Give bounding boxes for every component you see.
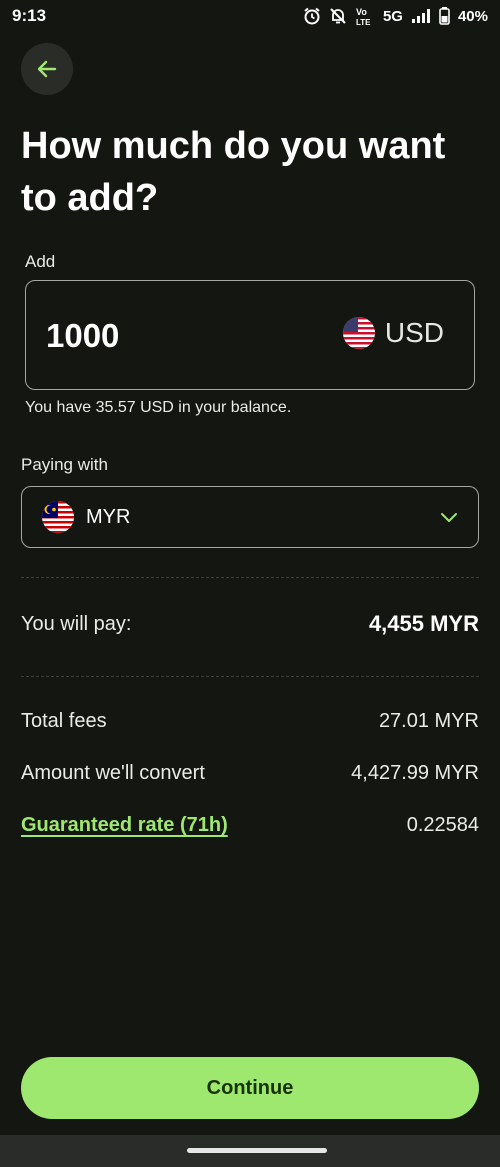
divider: [21, 577, 479, 578]
you-will-pay-value: 4,455 MYR: [368, 611, 479, 636]
summary-row-total-fees: Total fees 27.01 MYR: [21, 710, 479, 733]
svg-text:LTE: LTE: [356, 18, 371, 26]
chevron-down-icon: [441, 513, 457, 522]
summary-row-label: Total fees: [21, 710, 107, 732]
divider: [21, 676, 479, 677]
summary-row-guaranteed-rate: Guaranteed rate (71h) 0.22584: [21, 814, 479, 837]
summary-row-value: 0.22584: [406, 814, 479, 836]
you-will-pay-row: You will pay: 4,455 MYR: [21, 611, 479, 637]
summary-row-value: 27.01 MYR: [378, 710, 479, 732]
amount-input-box[interactable]: 1000 USD: [25, 280, 475, 390]
home-indicator[interactable]: [187, 1148, 327, 1153]
currency-code: USD: [384, 317, 444, 348]
amount-input[interactable]: 1000: [46, 317, 119, 355]
back-button[interactable]: [21, 43, 73, 95]
navigation-bar: [0, 1135, 500, 1167]
status-time: 9:13: [12, 6, 47, 25]
network-type: 5G: [382, 7, 403, 25]
summary-row-value: 4,427.99 MYR: [351, 762, 479, 784]
paying-with-label: Paying with: [21, 455, 108, 474]
paying-currency-code: MYR: [86, 505, 131, 528]
currency-select[interactable]: USD: [342, 317, 444, 349]
you-will-pay-label: You will pay:: [21, 612, 132, 635]
mute-icon: [330, 8, 346, 24]
alarm-icon: [304, 7, 320, 25]
battery-icon: [439, 7, 450, 25]
volte-icon: Vo LTE: [356, 7, 371, 26]
battery-level: 40%: [457, 7, 488, 25]
arrow-left-icon: [37, 60, 57, 78]
us-flag-icon: [342, 317, 375, 349]
balance-note: You have 35.57 USD in your balance.: [25, 399, 292, 416]
my-flag-icon: [42, 501, 74, 533]
status-bar: 9:13 Vo LTE 5G 40%: [0, 0, 500, 32]
svg-text:Vo: Vo: [356, 7, 367, 17]
paying-with-select[interactable]: MYR: [21, 486, 479, 548]
summary-row-label: Amount we'll convert: [21, 762, 205, 784]
guaranteed-rate-link[interactable]: Guaranteed rate (71h): [21, 814, 228, 837]
signal-icon: [411, 9, 430, 23]
add-label: Add: [25, 252, 56, 271]
status-icons: Vo LTE 5G 40%: [303, 6, 488, 26]
summary-row-amount-convert: Amount we'll convert 4,427.99 MYR: [21, 762, 479, 785]
page-title: How much do you want to add?: [21, 125, 446, 219]
continue-button[interactable]: Continue: [21, 1057, 479, 1119]
